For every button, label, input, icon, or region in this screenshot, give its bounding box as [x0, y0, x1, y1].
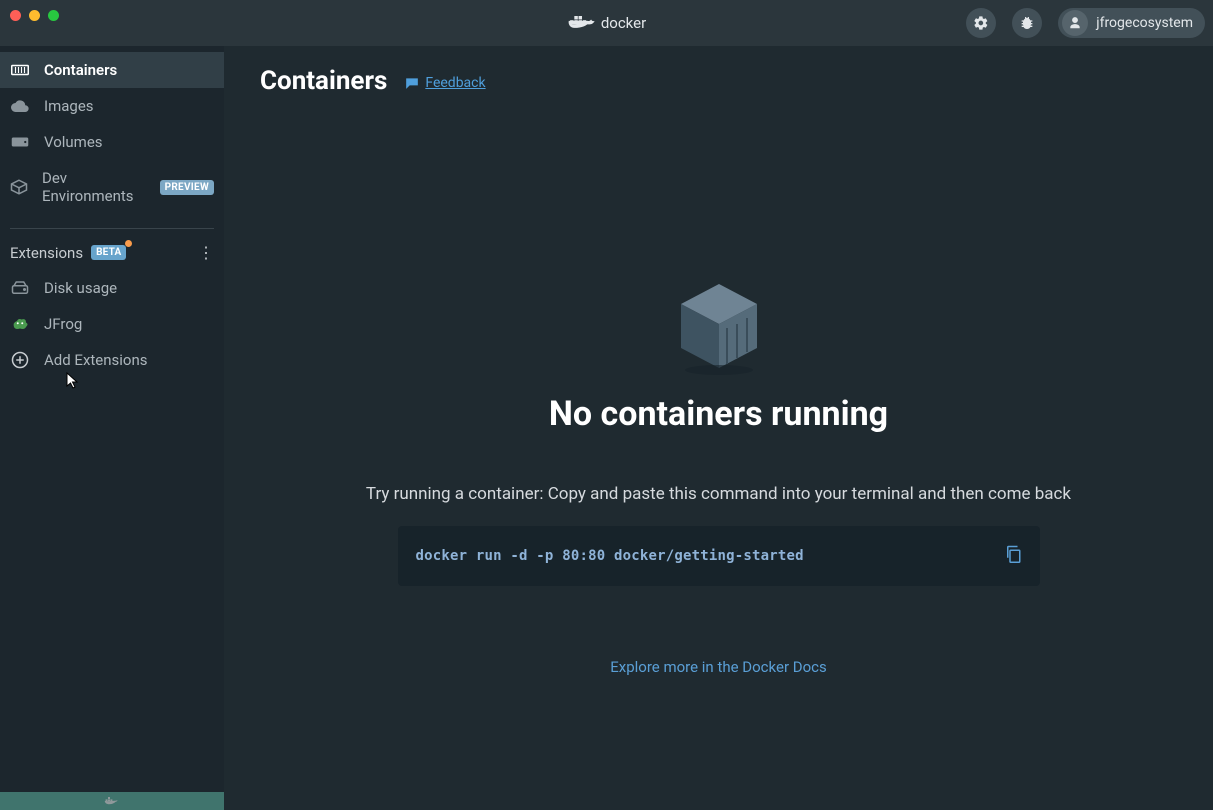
jfrog-icon	[10, 316, 30, 332]
sidebar-extension-disk-usage[interactable]: Disk usage	[0, 270, 224, 306]
avatar	[1062, 10, 1088, 36]
sidebar-item-label: Images	[44, 97, 94, 115]
settings-button[interactable]	[966, 8, 996, 38]
extensions-header: Extensions BETA ⋮	[0, 243, 224, 270]
copy-button[interactable]	[1004, 544, 1022, 568]
docs-link[interactable]: Explore more in the Docker Docs	[610, 658, 827, 676]
sidebar-extension-jfrog[interactable]: JFrog	[0, 306, 224, 342]
username-label: jfrogecosystem	[1096, 15, 1193, 31]
copy-icon	[1004, 544, 1022, 564]
whale-icon	[567, 13, 595, 33]
beta-badge: BETA	[91, 245, 126, 260]
titlebar: docker jfrogecosystem	[0, 0, 1213, 46]
sidebar-item-label: Disk usage	[44, 279, 117, 297]
brand-label: docker	[601, 14, 646, 32]
empty-state-title: No containers running	[549, 394, 888, 434]
bug-icon	[1019, 15, 1035, 31]
container-illustration	[669, 276, 769, 376]
extensions-label: Extensions	[10, 244, 83, 262]
sidebar-item-dev-environments[interactable]: Dev Environments PREVIEW	[0, 160, 224, 214]
sidebar-add-extensions[interactable]: Add Extensions	[0, 342, 224, 378]
empty-state: No containers running Try running a cont…	[260, 276, 1177, 676]
container-icon	[10, 63, 30, 77]
sidebar-item-containers[interactable]: Containers	[0, 52, 224, 88]
sidebar-item-label: Add Extensions	[44, 351, 148, 369]
drive-icon	[10, 136, 30, 148]
sidebar-divider	[10, 228, 214, 229]
feedback-link[interactable]: Feedback	[405, 75, 485, 91]
sidebar-item-volumes[interactable]: Volumes	[0, 124, 224, 160]
box-icon	[10, 179, 28, 195]
sidebar-item-label: Volumes	[44, 133, 103, 151]
sidebar-footer[interactable]	[0, 792, 224, 810]
extensions-menu-button[interactable]: ⋮	[198, 243, 214, 262]
gear-icon	[973, 15, 989, 31]
sidebar-item-label: JFrog	[44, 315, 82, 333]
sidebar-item-images[interactable]: Images	[0, 88, 224, 124]
account-menu[interactable]: jfrogecosystem	[1058, 8, 1205, 38]
cloud-icon	[10, 100, 30, 112]
maximize-window-button[interactable]	[48, 10, 59, 21]
sidebar-item-label: Containers	[44, 61, 117, 79]
empty-state-subtitle: Try running a container: Copy and paste …	[366, 484, 1071, 504]
page-title: Containers	[260, 66, 387, 96]
plus-circle-icon	[10, 351, 30, 369]
bug-report-button[interactable]	[1012, 8, 1042, 38]
main-content: Containers Feedback No containers runnin…	[224, 46, 1213, 810]
chat-icon	[405, 77, 419, 89]
whale-icon	[104, 795, 120, 807]
preview-badge: PREVIEW	[160, 180, 214, 195]
feedback-link-label: Feedback	[425, 75, 485, 91]
command-text: docker run -d -p 80:80 docker/getting-st…	[416, 548, 804, 564]
notification-dot	[125, 240, 132, 247]
window-controls	[8, 10, 59, 21]
disk-icon	[10, 281, 30, 295]
minimize-window-button[interactable]	[29, 10, 40, 21]
sidebar-item-label: Dev Environments	[42, 169, 146, 205]
sidebar: Containers Images Volumes Dev Environmen…	[0, 46, 224, 810]
command-box: docker run -d -p 80:80 docker/getting-st…	[398, 526, 1040, 586]
close-window-button[interactable]	[10, 10, 21, 21]
docker-logo: docker	[567, 13, 646, 33]
person-icon	[1068, 16, 1082, 30]
